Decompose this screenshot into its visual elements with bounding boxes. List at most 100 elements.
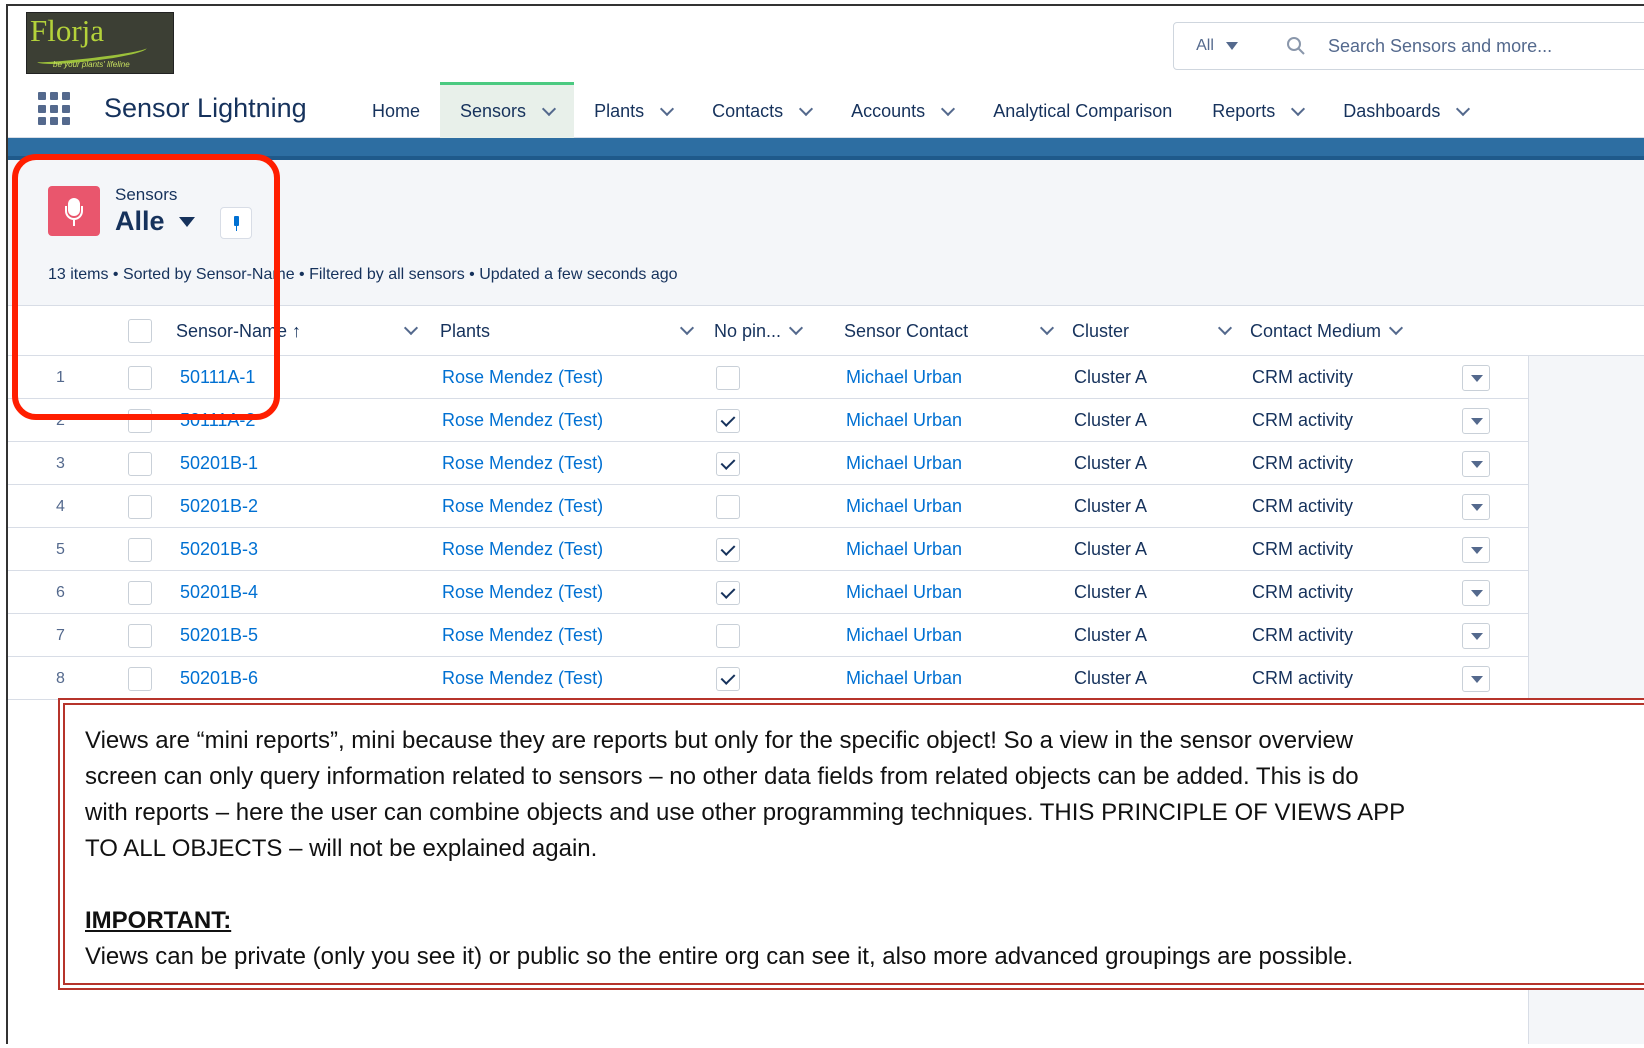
table-row[interactable]: 4 50201B-2 Rose Mendez (Test) Michael Urban… xyxy=(8,485,1528,528)
sensor-name-link[interactable]: 50111A-1 xyxy=(180,356,255,399)
row-actions-button[interactable] xyxy=(1462,494,1490,520)
row-actions-button[interactable] xyxy=(1462,451,1490,477)
chevron-down-icon[interactable] xyxy=(403,320,419,336)
table-row[interactable]: 2 50111A-2 Rose Mendez (Test) Michael Urban… xyxy=(8,399,1528,442)
table-row[interactable]: 1 50111A-1 Rose Mendez (Test) Michael Urban… xyxy=(8,356,1528,399)
column-menu-sensor-name[interactable] xyxy=(396,306,419,356)
column-header-sensor-contact[interactable]: Sensor Contact xyxy=(844,306,968,356)
list-view-switcher[interactable]: Alle xyxy=(115,206,195,237)
plant-link[interactable]: Rose Mendez (Test) xyxy=(442,614,603,657)
chevron-down-icon[interactable] xyxy=(660,101,675,116)
sensor-name-link[interactable]: 50201B-2 xyxy=(180,485,258,528)
column-label: Sensor-Name ↑ xyxy=(176,320,302,341)
plant-link[interactable]: Rose Mendez (Test) xyxy=(442,571,603,614)
contact-medium-value: CRM activity xyxy=(1252,625,1354,645)
global-search-input[interactable]: Search Sensors and more... xyxy=(1260,22,1644,70)
select-all-checkbox[interactable] xyxy=(128,319,152,343)
tab-analytical-comparison[interactable]: Analytical Comparison xyxy=(973,82,1192,138)
table-body: 1 50111A-1 Rose Mendez (Test) Michael Urban… xyxy=(8,356,1528,700)
table-row[interactable]: 8 50201B-6 Rose Mendez (Test) Michael Urban… xyxy=(8,657,1528,700)
tab-label: Reports xyxy=(1212,101,1276,121)
plant-link[interactable]: Rose Mendez (Test) xyxy=(442,528,603,571)
column-menu-sensor-contact[interactable] xyxy=(1032,306,1055,356)
sensor-name-link[interactable]: 50111A-2 xyxy=(180,399,255,442)
tab-contacts[interactable]: Contacts xyxy=(692,82,831,138)
table-row[interactable]: 5 50201B-3 Rose Mendez (Test) Michael Urban… xyxy=(8,528,1528,571)
chevron-down-icon[interactable] xyxy=(941,101,956,116)
plant-link[interactable]: Rose Mendez (Test) xyxy=(442,485,603,528)
column-menu-cluster[interactable] xyxy=(1210,306,1233,356)
sensor-contact-link[interactable]: Michael Urban xyxy=(846,614,962,657)
row-actions-button[interactable] xyxy=(1462,580,1490,606)
sensor-name-link[interactable]: 50201B-3 xyxy=(180,528,258,571)
contact-medium-value: CRM activity xyxy=(1252,582,1354,602)
no-pin-checkbox xyxy=(716,581,740,605)
tab-dashboards[interactable]: Dashboards xyxy=(1323,82,1488,138)
tab-accounts[interactable]: Accounts xyxy=(831,82,973,138)
sensor-name-link[interactable]: 50201B-4 xyxy=(180,571,258,614)
sensor-contact-link[interactable]: Michael Urban xyxy=(846,657,962,700)
tab-plants[interactable]: Plants xyxy=(574,82,692,138)
chevron-down-icon[interactable] xyxy=(1217,320,1233,336)
row-select-checkbox[interactable] xyxy=(128,624,152,648)
row-actions-button[interactable] xyxy=(1462,666,1490,692)
row-select-checkbox[interactable] xyxy=(128,495,152,519)
chevron-down-icon[interactable] xyxy=(799,101,814,116)
sensor-contact-link[interactable]: Michael Urban xyxy=(846,485,962,528)
cluster-value: Cluster A xyxy=(1074,367,1148,387)
chevron-down-icon[interactable] xyxy=(679,320,695,336)
app-launcher-icon[interactable] xyxy=(38,92,72,126)
row-select-checkbox[interactable] xyxy=(128,581,152,605)
column-header-no-pin[interactable]: No pin... xyxy=(714,306,804,356)
table-row[interactable]: 3 50201B-1 Rose Mendez (Test) Michael Urban… xyxy=(8,442,1528,485)
table-row[interactable]: 6 50201B-4 Rose Mendez (Test) Michael Urban… xyxy=(8,571,1528,614)
chevron-down-icon[interactable] xyxy=(1291,101,1306,116)
search-scope-select[interactable]: All xyxy=(1173,22,1261,70)
plant-link[interactable]: Rose Mendez (Test) xyxy=(442,356,603,399)
sensor-name-link[interactable]: 50201B-6 xyxy=(180,657,258,700)
chevron-down-icon[interactable] xyxy=(1456,101,1471,116)
no-pin-checkbox xyxy=(716,452,740,476)
florja-logo[interactable]: Florja be your plants' lifeline xyxy=(26,12,174,74)
column-header-cluster[interactable]: Cluster xyxy=(1072,306,1129,356)
row-select-checkbox[interactable] xyxy=(128,452,152,476)
row-select-checkbox[interactable] xyxy=(128,409,152,433)
column-menu-plants[interactable] xyxy=(672,306,695,356)
plant-link[interactable]: Rose Mendez (Test) xyxy=(442,442,603,485)
row-actions-button[interactable] xyxy=(1462,537,1490,563)
table-row[interactable]: 7 50201B-5 Rose Mendez (Test) Michael Urban… xyxy=(8,614,1528,657)
row-actions-button[interactable] xyxy=(1462,408,1490,434)
row-select-checkbox[interactable] xyxy=(128,538,152,562)
no-pin-checkbox xyxy=(716,624,740,648)
row-actions-button[interactable] xyxy=(1462,623,1490,649)
row-select-checkbox[interactable] xyxy=(128,667,152,691)
plant-link[interactable]: Rose Mendez (Test) xyxy=(442,657,603,700)
contact-medium-value: CRM activity xyxy=(1252,668,1354,688)
column-label: No pin... xyxy=(714,320,782,341)
tab-home[interactable]: Home xyxy=(352,82,440,138)
column-header-plants[interactable]: Plants xyxy=(440,306,490,356)
sensor-contact-link[interactable]: Michael Urban xyxy=(846,528,962,571)
plant-link[interactable]: Rose Mendez (Test) xyxy=(442,399,603,442)
chevron-down-icon[interactable] xyxy=(541,101,557,116)
row-select-checkbox[interactable] xyxy=(128,366,152,390)
sensor-contact-link[interactable]: Michael Urban xyxy=(846,571,962,614)
column-header-sensor-name[interactable]: Sensor-Name ↑ xyxy=(176,306,301,356)
sensor-name-link[interactable]: 50201B-5 xyxy=(180,614,258,657)
sensor-contact-link[interactable]: Michael Urban xyxy=(846,442,962,485)
sensor-contact-link[interactable]: Michael Urban xyxy=(846,399,962,442)
column-header-contact-medium[interactable]: Contact Medium xyxy=(1250,306,1404,356)
row-actions-button[interactable] xyxy=(1462,365,1490,391)
tab-reports[interactable]: Reports xyxy=(1192,82,1323,138)
column-label: Sensor Contact xyxy=(844,320,969,341)
pin-view-button[interactable] xyxy=(220,207,252,239)
callout-line: TO ALL OBJECTS – will not be explained a… xyxy=(85,835,598,862)
tab-sensors[interactable]: Sensors xyxy=(440,82,575,138)
contact-medium-value: CRM activity xyxy=(1252,367,1354,387)
sensor-name-link[interactable]: 50201B-1 xyxy=(180,442,258,485)
sensor-contact-link[interactable]: Michael Urban xyxy=(846,356,962,399)
chevron-down-icon[interactable] xyxy=(1388,320,1404,336)
cluster-value: Cluster A xyxy=(1074,496,1148,516)
chevron-down-icon[interactable] xyxy=(788,320,804,336)
chevron-down-icon[interactable] xyxy=(1039,320,1055,336)
